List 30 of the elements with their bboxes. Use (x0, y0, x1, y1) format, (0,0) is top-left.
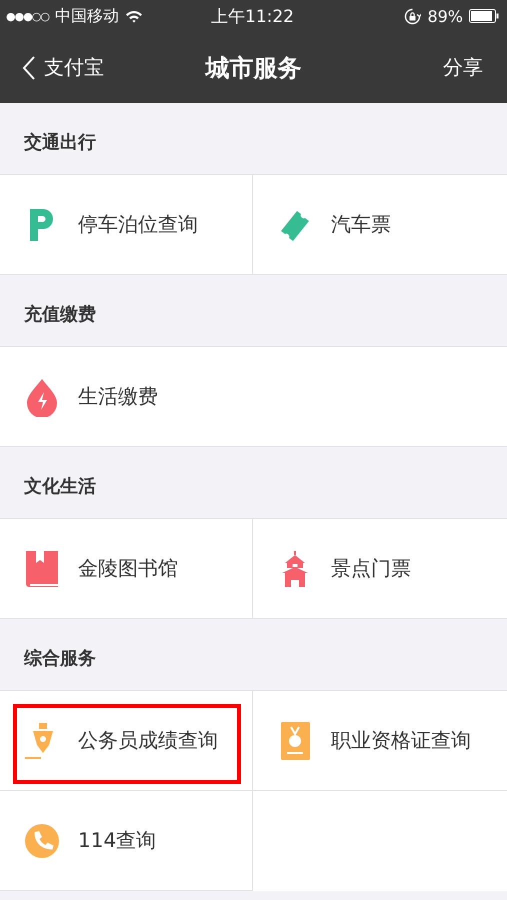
section-title: 交通出行 (24, 130, 96, 154)
service-label[interactable]: 景点门票 (331, 555, 411, 582)
service-label[interactable]: 停车泊位查询 (78, 211, 198, 238)
chevron-left-icon (22, 54, 36, 80)
wifi-icon (125, 10, 143, 22)
section-title: 充值缴费 (24, 302, 96, 326)
carrier-name: 中国移动 (55, 6, 119, 26)
book-icon (24, 548, 60, 588)
page-title: 城市服务 (206, 52, 302, 84)
back-button[interactable]: 支付宝 (22, 54, 104, 81)
service-label[interactable]: 职业资格证查询 (331, 727, 471, 754)
service-label[interactable]: 公务员成绩查询 (78, 727, 218, 754)
section-title: 文化生活 (24, 474, 96, 498)
service-label[interactable]: 生活缴费 (78, 383, 158, 410)
battery-percent: 89% (427, 6, 463, 26)
service-tile[interactable]: 停车泊位查询 (0, 175, 253, 275)
service-label[interactable]: 汽车票 (331, 211, 391, 238)
battery-icon (469, 9, 499, 23)
service-tile[interactable]: 公务员成绩查询 (0, 691, 253, 791)
service-label[interactable]: 金陵图书馆 (78, 555, 178, 582)
signal-dots: ●●●○○ (6, 10, 49, 22)
back-label[interactable]: 支付宝 (44, 54, 104, 81)
status-time: 上午11:22 (211, 6, 294, 28)
rotation-lock-icon (404, 8, 422, 24)
service-label[interactable]: 114查询 (78, 827, 156, 854)
section-title: 综合服务 (24, 646, 96, 670)
share-button[interactable]: 分享 (443, 54, 483, 81)
service-tile[interactable]: 金陵图书馆 (0, 519, 253, 619)
drop-icon (24, 376, 60, 416)
service-tile[interactable]: 114查询 (0, 791, 253, 891)
